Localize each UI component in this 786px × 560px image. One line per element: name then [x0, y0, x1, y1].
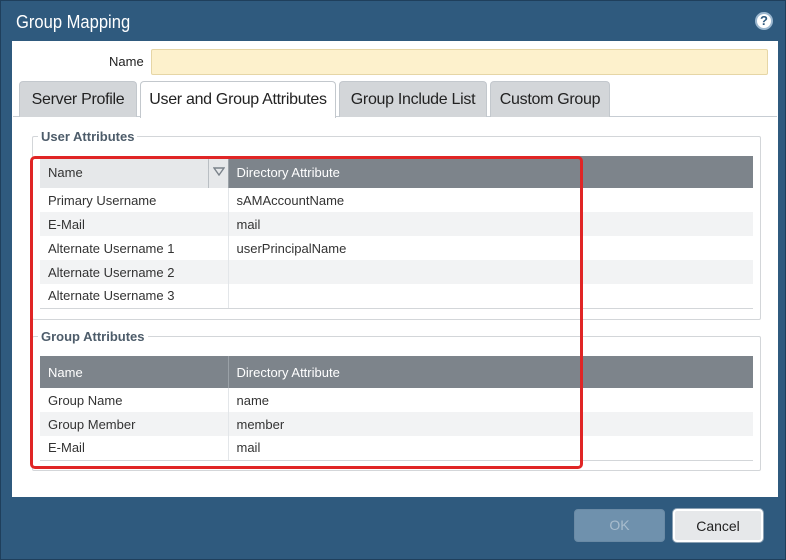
row-directory-attribute: [228, 284, 753, 309]
column-header-name[interactable]: Name: [40, 156, 229, 188]
cancel-button[interactable]: Cancel: [673, 509, 763, 542]
table-header-row: Name Directory Attribute: [40, 156, 753, 188]
user-attributes-legend: User Attributes: [38, 129, 138, 144]
table-row[interactable]: Primary Username sAMAccountName: [40, 188, 753, 212]
ok-button[interactable]: OK: [574, 509, 665, 542]
table-row[interactable]: Alternate Username 3: [40, 284, 753, 309]
group-mapping-dialog: Group Mapping ? Name Server Profile User…: [0, 0, 786, 560]
table-header-row: Name Directory Attribute: [40, 356, 753, 388]
row-directory-attribute: sAMAccountName: [236, 192, 345, 208]
sort-desc-icon[interactable]: [207, 156, 228, 188]
tab-user-and-group-attributes[interactable]: User and Group Attributes: [140, 81, 336, 118]
row-directory-attribute: mail: [228, 212, 753, 236]
column-header-directory-attribute[interactable]: Directory Attribute: [228, 156, 753, 188]
user-attributes-table: Name Directory Attribute Primary Usernam…: [40, 156, 753, 309]
column-header-name-label: Name: [48, 164, 83, 180]
column-header-directory-attribute[interactable]: Directory Attribute: [228, 356, 753, 388]
row-name: Group Name: [40, 388, 229, 412]
row-name: E-Mail: [40, 212, 229, 236]
group-attributes-table: Name Directory Attribute Group Name name…: [40, 356, 753, 461]
dialog-title: Group Mapping: [16, 12, 131, 32]
row-name: E-Mail: [40, 436, 229, 461]
help-icon[interactable]: ?: [755, 12, 773, 30]
name-label: Name: [109, 54, 144, 69]
row-name: Alternate Username 1: [40, 236, 229, 260]
row-name: Group Member: [40, 412, 229, 436]
row-name: Alternate Username 2: [40, 260, 229, 284]
tab-server-profile[interactable]: Server Profile: [19, 81, 137, 117]
table-row[interactable]: E-Mail mail: [40, 212, 753, 236]
name-input[interactable]: [151, 49, 768, 75]
table-row[interactable]: E-Mail mail: [40, 436, 753, 461]
row-directory-attribute: mail: [228, 436, 753, 461]
row-name: Alternate Username 3: [40, 284, 229, 309]
row-directory-attribute: userPrincipalName: [236, 240, 347, 256]
column-header-name[interactable]: Name: [40, 356, 229, 388]
row-directory-attribute: name: [236, 392, 270, 408]
tab-group-include-list[interactable]: Group Include List: [339, 81, 487, 117]
title-bar[interactable]: Group Mapping ?: [1, 1, 785, 41]
row-directory-attribute: member: [228, 412, 753, 436]
row-name: Primary Username: [40, 188, 229, 212]
table-row[interactable]: Group Member member: [40, 412, 753, 436]
row-directory-attribute: [228, 260, 753, 284]
tab-custom-group[interactable]: Custom Group: [490, 81, 610, 117]
table-row[interactable]: Alternate Username 2: [40, 260, 753, 284]
table-row[interactable]: Alternate Username 1 userPrincipalName: [40, 236, 753, 260]
group-attributes-legend: Group Attributes: [38, 329, 148, 344]
table-row[interactable]: Group Name name: [40, 388, 753, 412]
